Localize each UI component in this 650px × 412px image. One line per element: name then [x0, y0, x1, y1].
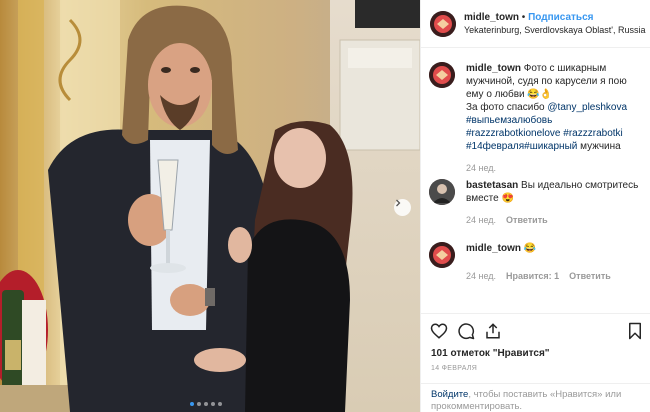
reply-button[interactable]: Ответить — [569, 270, 611, 283]
timestamp[interactable]: 24 нед. — [466, 214, 496, 227]
carousel-dot — [197, 402, 201, 406]
post-photo[interactable] — [0, 0, 420, 412]
profile-picture — [429, 179, 455, 205]
location-link[interactable]: Yekaterinburg, Sverdlovskaya Oblast', Ru… — [464, 25, 645, 35]
carousel-dot — [204, 402, 208, 406]
hashtag-link[interactable]: #шикарный — [524, 141, 577, 152]
likes-count-button[interactable]: Нравится: 1 — [506, 270, 559, 283]
hashtag-link[interactable]: #razzzrabotkionelove — [466, 128, 561, 139]
avatar[interactable] — [429, 179, 455, 205]
caption-username[interactable]: midle_town — [466, 63, 521, 74]
comment-body: bastetasan Вы идеально смотритесь вместе… — [466, 179, 646, 227]
carousel-dot — [218, 402, 222, 406]
post-header: midle_town • Подписаться Yekaterinburg, … — [421, 0, 650, 48]
login-link[interactable]: Войдите — [431, 389, 468, 400]
comment-username[interactable]: midle_town — [466, 243, 521, 254]
post-date[interactable]: 14 ФЕВРАЛЯ — [431, 365, 477, 372]
timestamp[interactable]: 24 нед. — [466, 270, 496, 283]
comments-list: midle_town Фото с шикарным мужчиной, суд… — [421, 48, 650, 313]
carousel-indicator — [190, 402, 222, 406]
timestamp[interactable]: 24 нед. — [466, 162, 496, 175]
post-side-panel: midle_town • Подписаться Yekaterinburg, … — [420, 0, 650, 412]
heart-icon[interactable] — [430, 322, 448, 340]
caption-tail: мужчина — [580, 141, 621, 152]
likes-count[interactable]: 101 отметок "Нравится" — [431, 348, 550, 359]
hashtag-link[interactable]: #14февраля — [466, 141, 524, 152]
header-username[interactable]: midle_town — [464, 12, 519, 23]
carousel-dot — [190, 402, 194, 406]
avatar[interactable] — [429, 242, 455, 268]
login-prompt: Войдите, чтобы поставить «Нравится» или … — [421, 383, 650, 412]
next-photo-button[interactable] — [394, 199, 411, 216]
comment-meta: 24 нед. Нравится: 1 Ответить — [466, 270, 646, 283]
bookmark-icon[interactable] — [626, 322, 644, 340]
carousel-dot — [211, 402, 215, 406]
share-icon[interactable] — [484, 322, 502, 340]
profile-picture — [429, 242, 455, 268]
header-separator: • — [521, 12, 526, 23]
hashtag-link[interactable]: #выпьемзалюбовь — [466, 115, 552, 126]
photo-illustration — [0, 0, 420, 412]
comment-text: 😂 — [523, 243, 537, 254]
caption-body: midle_town Фото с шикарным мужчиной, суд… — [466, 62, 646, 175]
mention-link[interactable]: @tany_pleshkova — [547, 102, 627, 113]
profile-picture — [429, 62, 455, 88]
caption-meta: 24 нед. — [466, 162, 646, 175]
profile-picture — [430, 11, 456, 37]
avatar[interactable] — [429, 62, 455, 88]
hashtag-link[interactable]: #razzzrabotki — [563, 128, 622, 139]
comment-meta: 24 нед. Ответить — [466, 214, 646, 227]
post-actions: 101 отметок "Нравится" 14 ФЕВРАЛЯ Войдит… — [421, 313, 650, 412]
chevron-right-icon — [396, 199, 401, 207]
caption-thanks: За фото спасибо — [466, 102, 545, 113]
comment-body: midle_town 😂 24 нед. Нравится: 1 Ответит… — [466, 242, 646, 283]
comment-icon[interactable] — [457, 322, 475, 340]
follow-button[interactable]: Подписаться — [528, 12, 593, 23]
comment-username[interactable]: bastetasan — [466, 180, 518, 191]
reply-button[interactable]: Ответить — [506, 214, 548, 227]
avatar[interactable] — [430, 11, 456, 37]
